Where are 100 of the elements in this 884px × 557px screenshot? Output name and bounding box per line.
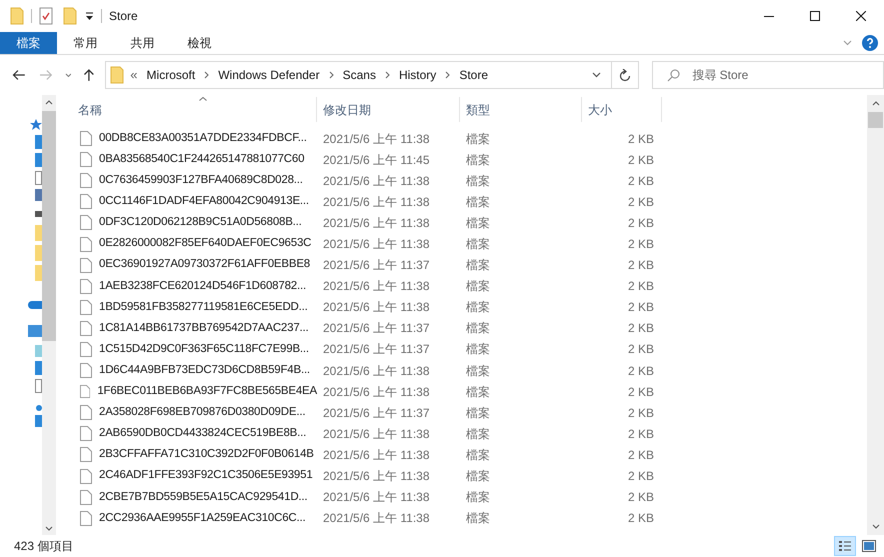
- scroll-up-icon[interactable]: [45, 100, 53, 105]
- modified-date: 2021/5/6 上午 11:38: [323, 216, 430, 230]
- scroll-thumb[interactable]: [868, 112, 883, 128]
- file-icon: [80, 131, 92, 146]
- file-name[interactable]: 1F6BEC011BEB6BA93F7FC8BE565BE4EA: [97, 383, 317, 400]
- file-icon: [80, 426, 92, 442]
- search-input: 搜尋 Store: [692, 66, 872, 84]
- breadcrumb[interactable]: Windows Defender: [218, 66, 320, 84]
- file-name[interactable]: 1BD59581FB358277119581E6CE5EDD...: [99, 298, 308, 316]
- file-name[interactable]: 2AB6590DB0CD4433824CEC519BE8B...: [99, 425, 306, 442]
- breadcrumb[interactable]: Store: [459, 66, 488, 84]
- file-size: 2 KB: [628, 279, 654, 294]
- file-icon: [80, 278, 92, 294]
- file-name[interactable]: 00DB8CE83A00351A7DDE2334FDBCF...: [99, 130, 307, 148]
- file-icon: [80, 236, 92, 252]
- overflow-chevron[interactable]: «: [130, 65, 138, 85]
- ribbon-tab[interactable]: 常用: [57, 32, 114, 54]
- properties-icon[interactable]: [39, 7, 53, 25]
- file-name[interactable]: 1C81A14BB61737BB769542D7AAC237...: [99, 320, 309, 338]
- file-name[interactable]: 0DF3C120D062128B9C51A0D56808B...: [99, 214, 302, 232]
- modified-date: 2021/5/6 上午 11:38: [323, 194, 430, 209]
- ribbon-tab[interactable]: 檔案: [0, 32, 57, 54]
- ribbon-tab[interactable]: 檢視: [171, 32, 228, 54]
- file-name[interactable]: 0E2826000082F85EF640DAEF0EC9653C: [99, 235, 312, 253]
- file-size: 2 KB: [628, 384, 654, 399]
- scroll-down-icon[interactable]: [872, 524, 880, 529]
- modified-date: 2021/5/6 上午 11:37: [323, 342, 430, 356]
- refresh-button[interactable]: [612, 61, 640, 89]
- column-header[interactable]: 類型: [460, 97, 582, 122]
- file-size: 2 KB: [628, 364, 654, 378]
- file-name[interactable]: 0CC1146F1DADF4EFA80042C904913E...: [99, 193, 309, 210]
- up-arrow-icon[interactable]: [83, 68, 96, 82]
- file-type: 檔案: [466, 237, 490, 252]
- column-header[interactable]: 修改日期: [317, 97, 460, 122]
- scroll-down-icon[interactable]: [45, 526, 53, 531]
- file-icon: [80, 152, 92, 168]
- search-field[interactable]: 搜尋 Store: [652, 61, 884, 89]
- chevron-down-icon[interactable]: [592, 72, 601, 78]
- file-size: 2 KB: [628, 406, 654, 420]
- file-size: 2 KB: [628, 174, 654, 188]
- scroll-up-icon[interactable]: [872, 101, 880, 106]
- details-view-button[interactable]: [834, 536, 856, 556]
- modified-date: 2021/5/6 上午 11:38: [323, 469, 430, 484]
- file-icon: [80, 320, 92, 336]
- modified-date: 2021/5/6 上午 11:38: [323, 364, 430, 378]
- file-icon: [80, 173, 92, 188]
- chevron-right-icon[interactable]: [384, 71, 390, 79]
- breadcrumb[interactable]: Scans: [342, 66, 376, 84]
- scroll-thumb[interactable]: [42, 111, 56, 341]
- modified-date: 2021/5/6 上午 11:38: [323, 174, 430, 188]
- star-icon[interactable]: [30, 119, 42, 131]
- chevron-right-icon[interactable]: [445, 71, 450, 79]
- file-name[interactable]: 2CC2936AAE9955F1A259EAC310C6C...: [99, 510, 306, 527]
- modified-date: 2021/5/6 上午 11:38: [323, 384, 430, 399]
- chevron-down-icon[interactable]: [64, 72, 72, 78]
- file-type: 檔案: [466, 174, 490, 188]
- file-type: 檔案: [466, 152, 490, 167]
- ribbon-tab[interactable]: 共用: [114, 32, 171, 54]
- file-name[interactable]: 0C7636459903F127BFA40689C8D028...: [99, 172, 303, 190]
- file-name[interactable]: 2B3CFFAFFA71C310C392D2F0F0B0614B: [99, 446, 314, 464]
- chevron-right-icon[interactable]: [204, 71, 210, 79]
- file-name[interactable]: 2A358028F698EB709876D0380D09DE...: [99, 404, 306, 422]
- scrollbar[interactable]: [42, 95, 56, 535]
- help-icon[interactable]: [862, 35, 878, 51]
- column-header[interactable]: 大小: [582, 97, 662, 122]
- file-type: 檔案: [466, 132, 490, 146]
- file-icon: [80, 258, 92, 273]
- file-name[interactable]: 2CBE7B7BD559B5E5A15CAC929541D...: [99, 488, 308, 506]
- file-name[interactable]: 1D6C44A9BFB73EDC73D6CD8B59F4B...: [99, 362, 310, 380]
- scrollbar[interactable]: [867, 95, 884, 535]
- breadcrumb[interactable]: Microsoft: [146, 66, 196, 84]
- file-icon: [80, 490, 92, 505]
- file-name[interactable]: 1C515D42D9C0F363F65C118FC7E99B...: [99, 340, 309, 358]
- back-arrow-icon[interactable]: [12, 69, 26, 81]
- file-icon: [80, 363, 92, 378]
- file-name[interactable]: 0EC36901927A09730372F61AFF0EBBE8: [99, 256, 310, 274]
- modified-date: 2021/5/6 上午 11:37: [323, 258, 430, 272]
- file-icon: [80, 510, 92, 526]
- chevron-right-icon[interactable]: [328, 71, 334, 79]
- breadcrumb[interactable]: History: [398, 66, 436, 84]
- file-type: 檔案: [466, 490, 490, 504]
- file-size: 2 KB: [628, 490, 654, 504]
- new-folder-icon[interactable]: [63, 7, 77, 25]
- column-header[interactable]: 名稱: [56, 97, 317, 122]
- refresh-icon: [618, 68, 631, 82]
- file-type: 檔案: [466, 511, 490, 526]
- file-name[interactable]: 0BA83568540C1F244265147881077C60: [99, 151, 304, 168]
- file-type: 檔案: [466, 342, 490, 356]
- dropdown-icon[interactable]: [85, 11, 94, 21]
- close-icon: [856, 11, 866, 21]
- address-bar[interactable]: « Microsoft Windows Defender Scans History Store: [105, 61, 612, 89]
- file-name[interactable]: 2C46ADF1FFE393F92C1C3506E5E93951: [99, 467, 313, 485]
- file-name[interactable]: 1AEB3238FCE620124D546F1D608782...: [99, 278, 306, 295]
- file-icon: [80, 342, 92, 357]
- forward-arrow-icon[interactable]: [38, 69, 53, 81]
- modified-date: 2021/5/6 上午 11:38: [323, 511, 430, 526]
- file-type: 檔案: [466, 448, 490, 462]
- file-type: 檔案: [466, 321, 490, 336]
- file-size: 2 KB: [628, 321, 654, 336]
- file-type: 檔案: [466, 384, 490, 399]
